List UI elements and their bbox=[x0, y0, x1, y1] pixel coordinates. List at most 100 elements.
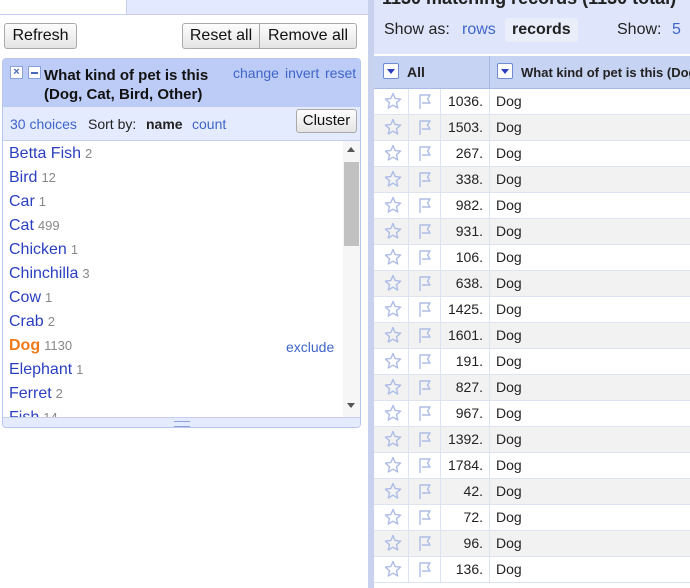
facet-tab[interactable] bbox=[0, 0, 127, 14]
flag-icon[interactable] bbox=[416, 196, 434, 214]
pet-cell[interactable]: Dog bbox=[496, 275, 522, 291]
flag-icon[interactable] bbox=[416, 560, 434, 578]
flag-icon[interactable] bbox=[416, 430, 434, 448]
star-icon[interactable] bbox=[384, 430, 402, 448]
flag-icon[interactable] bbox=[416, 118, 434, 136]
flag-icon[interactable] bbox=[416, 300, 434, 318]
pet-cell[interactable]: Dog bbox=[496, 327, 522, 343]
star-icon[interactable] bbox=[384, 144, 402, 162]
star-icon[interactable] bbox=[384, 534, 402, 552]
star-icon[interactable] bbox=[384, 378, 402, 396]
star-icon[interactable] bbox=[384, 274, 402, 292]
pet-cell[interactable]: Dog bbox=[496, 353, 522, 369]
facet-choice[interactable]: Ferret 2 bbox=[9, 381, 63, 405]
reset-all-button[interactable]: Reset all bbox=[182, 23, 260, 49]
star-icon[interactable] bbox=[384, 404, 402, 422]
pet-cell[interactable]: Dog bbox=[496, 171, 522, 187]
star-icon[interactable] bbox=[384, 456, 402, 474]
sort-by-count[interactable]: count bbox=[192, 116, 226, 132]
flag-icon[interactable] bbox=[416, 534, 434, 552]
flag-icon[interactable] bbox=[416, 326, 434, 344]
choice-name[interactable]: Car bbox=[9, 193, 35, 210]
refresh-button[interactable]: Refresh bbox=[4, 23, 77, 49]
facet-choice[interactable]: Elephant 1 bbox=[9, 357, 83, 381]
all-column-dropdown-icon[interactable] bbox=[383, 63, 399, 79]
pet-column-dropdown-icon[interactable] bbox=[497, 63, 513, 79]
flag-icon[interactable] bbox=[416, 456, 434, 474]
facet-choice[interactable]: Crab 2 bbox=[9, 309, 55, 333]
star-icon[interactable] bbox=[384, 92, 402, 110]
star-icon[interactable] bbox=[384, 170, 402, 188]
pet-cell[interactable]: Dog bbox=[496, 561, 522, 577]
facet-choice[interactable]: Bird 12 bbox=[9, 165, 56, 189]
change-link[interactable]: change bbox=[233, 65, 279, 81]
star-icon[interactable] bbox=[384, 326, 402, 344]
star-icon[interactable] bbox=[384, 508, 402, 526]
facet-choice[interactable]: Chicken 1 bbox=[9, 237, 78, 261]
flag-icon[interactable] bbox=[416, 508, 434, 526]
facet-choice[interactable]: Cow 1 bbox=[9, 285, 52, 309]
pet-cell[interactable]: Dog bbox=[496, 197, 522, 213]
choices-count-link[interactable]: 30 choices bbox=[10, 116, 77, 132]
pet-cell[interactable]: Dog bbox=[496, 509, 522, 525]
minimize-icon[interactable] bbox=[28, 66, 41, 79]
cluster-button[interactable]: Cluster bbox=[296, 109, 357, 133]
flag-icon[interactable] bbox=[416, 222, 434, 240]
star-icon[interactable] bbox=[384, 352, 402, 370]
facet-choice[interactable]: Cat 499 bbox=[9, 213, 60, 237]
choice-name[interactable]: Ferret bbox=[9, 385, 52, 402]
flag-icon[interactable] bbox=[416, 92, 434, 110]
facet-resize-handle[interactable] bbox=[3, 417, 360, 427]
facet-choice[interactable]: Fish 14 bbox=[9, 405, 58, 417]
pet-cell[interactable]: Dog bbox=[496, 93, 522, 109]
flag-icon[interactable] bbox=[416, 248, 434, 266]
pet-cell[interactable]: Dog bbox=[496, 223, 522, 239]
scroll-thumb[interactable] bbox=[344, 162, 359, 246]
flag-icon[interactable] bbox=[416, 352, 434, 370]
scroll-down-arrow-icon[interactable] bbox=[347, 403, 355, 408]
flag-icon[interactable] bbox=[416, 144, 434, 162]
view-records-selected[interactable]: records bbox=[505, 18, 578, 42]
choice-name[interactable]: Elephant bbox=[9, 361, 72, 378]
invert-link[interactable]: invert bbox=[285, 65, 319, 81]
choice-name[interactable]: Chicken bbox=[9, 241, 67, 258]
flag-icon[interactable] bbox=[416, 378, 434, 396]
flag-icon[interactable] bbox=[416, 170, 434, 188]
reset-link[interactable]: reset bbox=[325, 65, 356, 81]
star-icon[interactable] bbox=[384, 248, 402, 266]
star-icon[interactable] bbox=[384, 196, 402, 214]
pet-cell[interactable]: Dog bbox=[496, 431, 522, 447]
flag-icon[interactable] bbox=[416, 274, 434, 292]
remove-all-button[interactable]: Remove all bbox=[260, 23, 357, 49]
pet-cell[interactable]: Dog bbox=[496, 301, 522, 317]
choice-name[interactable]: Cat bbox=[9, 217, 34, 234]
choice-name[interactable]: Dog bbox=[9, 337, 40, 354]
facet-choice[interactable]: Car 1 bbox=[9, 189, 46, 213]
pet-cell[interactable]: Dog bbox=[496, 535, 522, 551]
view-rows-link[interactable]: rows bbox=[462, 21, 496, 39]
pet-cell[interactable]: Dog bbox=[496, 249, 522, 265]
pet-cell[interactable]: Dog bbox=[496, 145, 522, 161]
facet-choice[interactable]: Betta Fish 2 bbox=[9, 141, 92, 165]
show-5-link[interactable]: 5 bbox=[672, 21, 681, 39]
choice-name[interactable]: Fish bbox=[9, 409, 39, 417]
star-icon[interactable] bbox=[384, 300, 402, 318]
pet-cell[interactable]: Dog bbox=[496, 405, 522, 421]
choice-name[interactable]: Cow bbox=[9, 289, 41, 306]
choice-name[interactable]: Betta Fish bbox=[9, 145, 81, 162]
scroll-up-arrow-icon[interactable] bbox=[347, 147, 355, 152]
choice-name[interactable]: Crab bbox=[9, 313, 44, 330]
close-icon[interactable]: × bbox=[10, 66, 23, 79]
pet-cell[interactable]: Dog bbox=[496, 457, 522, 473]
flag-icon[interactable] bbox=[416, 404, 434, 422]
pet-cell[interactable]: Dog bbox=[496, 483, 522, 499]
star-icon[interactable] bbox=[384, 222, 402, 240]
choice-name[interactable]: Chinchilla bbox=[9, 265, 78, 282]
star-icon[interactable] bbox=[384, 118, 402, 136]
exclude-link[interactable]: exclude bbox=[286, 335, 334, 359]
pet-cell[interactable]: Dog bbox=[496, 119, 522, 135]
flag-icon[interactable] bbox=[416, 482, 434, 500]
choice-name[interactable]: Bird bbox=[9, 169, 37, 186]
star-icon[interactable] bbox=[384, 560, 402, 578]
facet-scrollbar[interactable] bbox=[343, 141, 360, 417]
